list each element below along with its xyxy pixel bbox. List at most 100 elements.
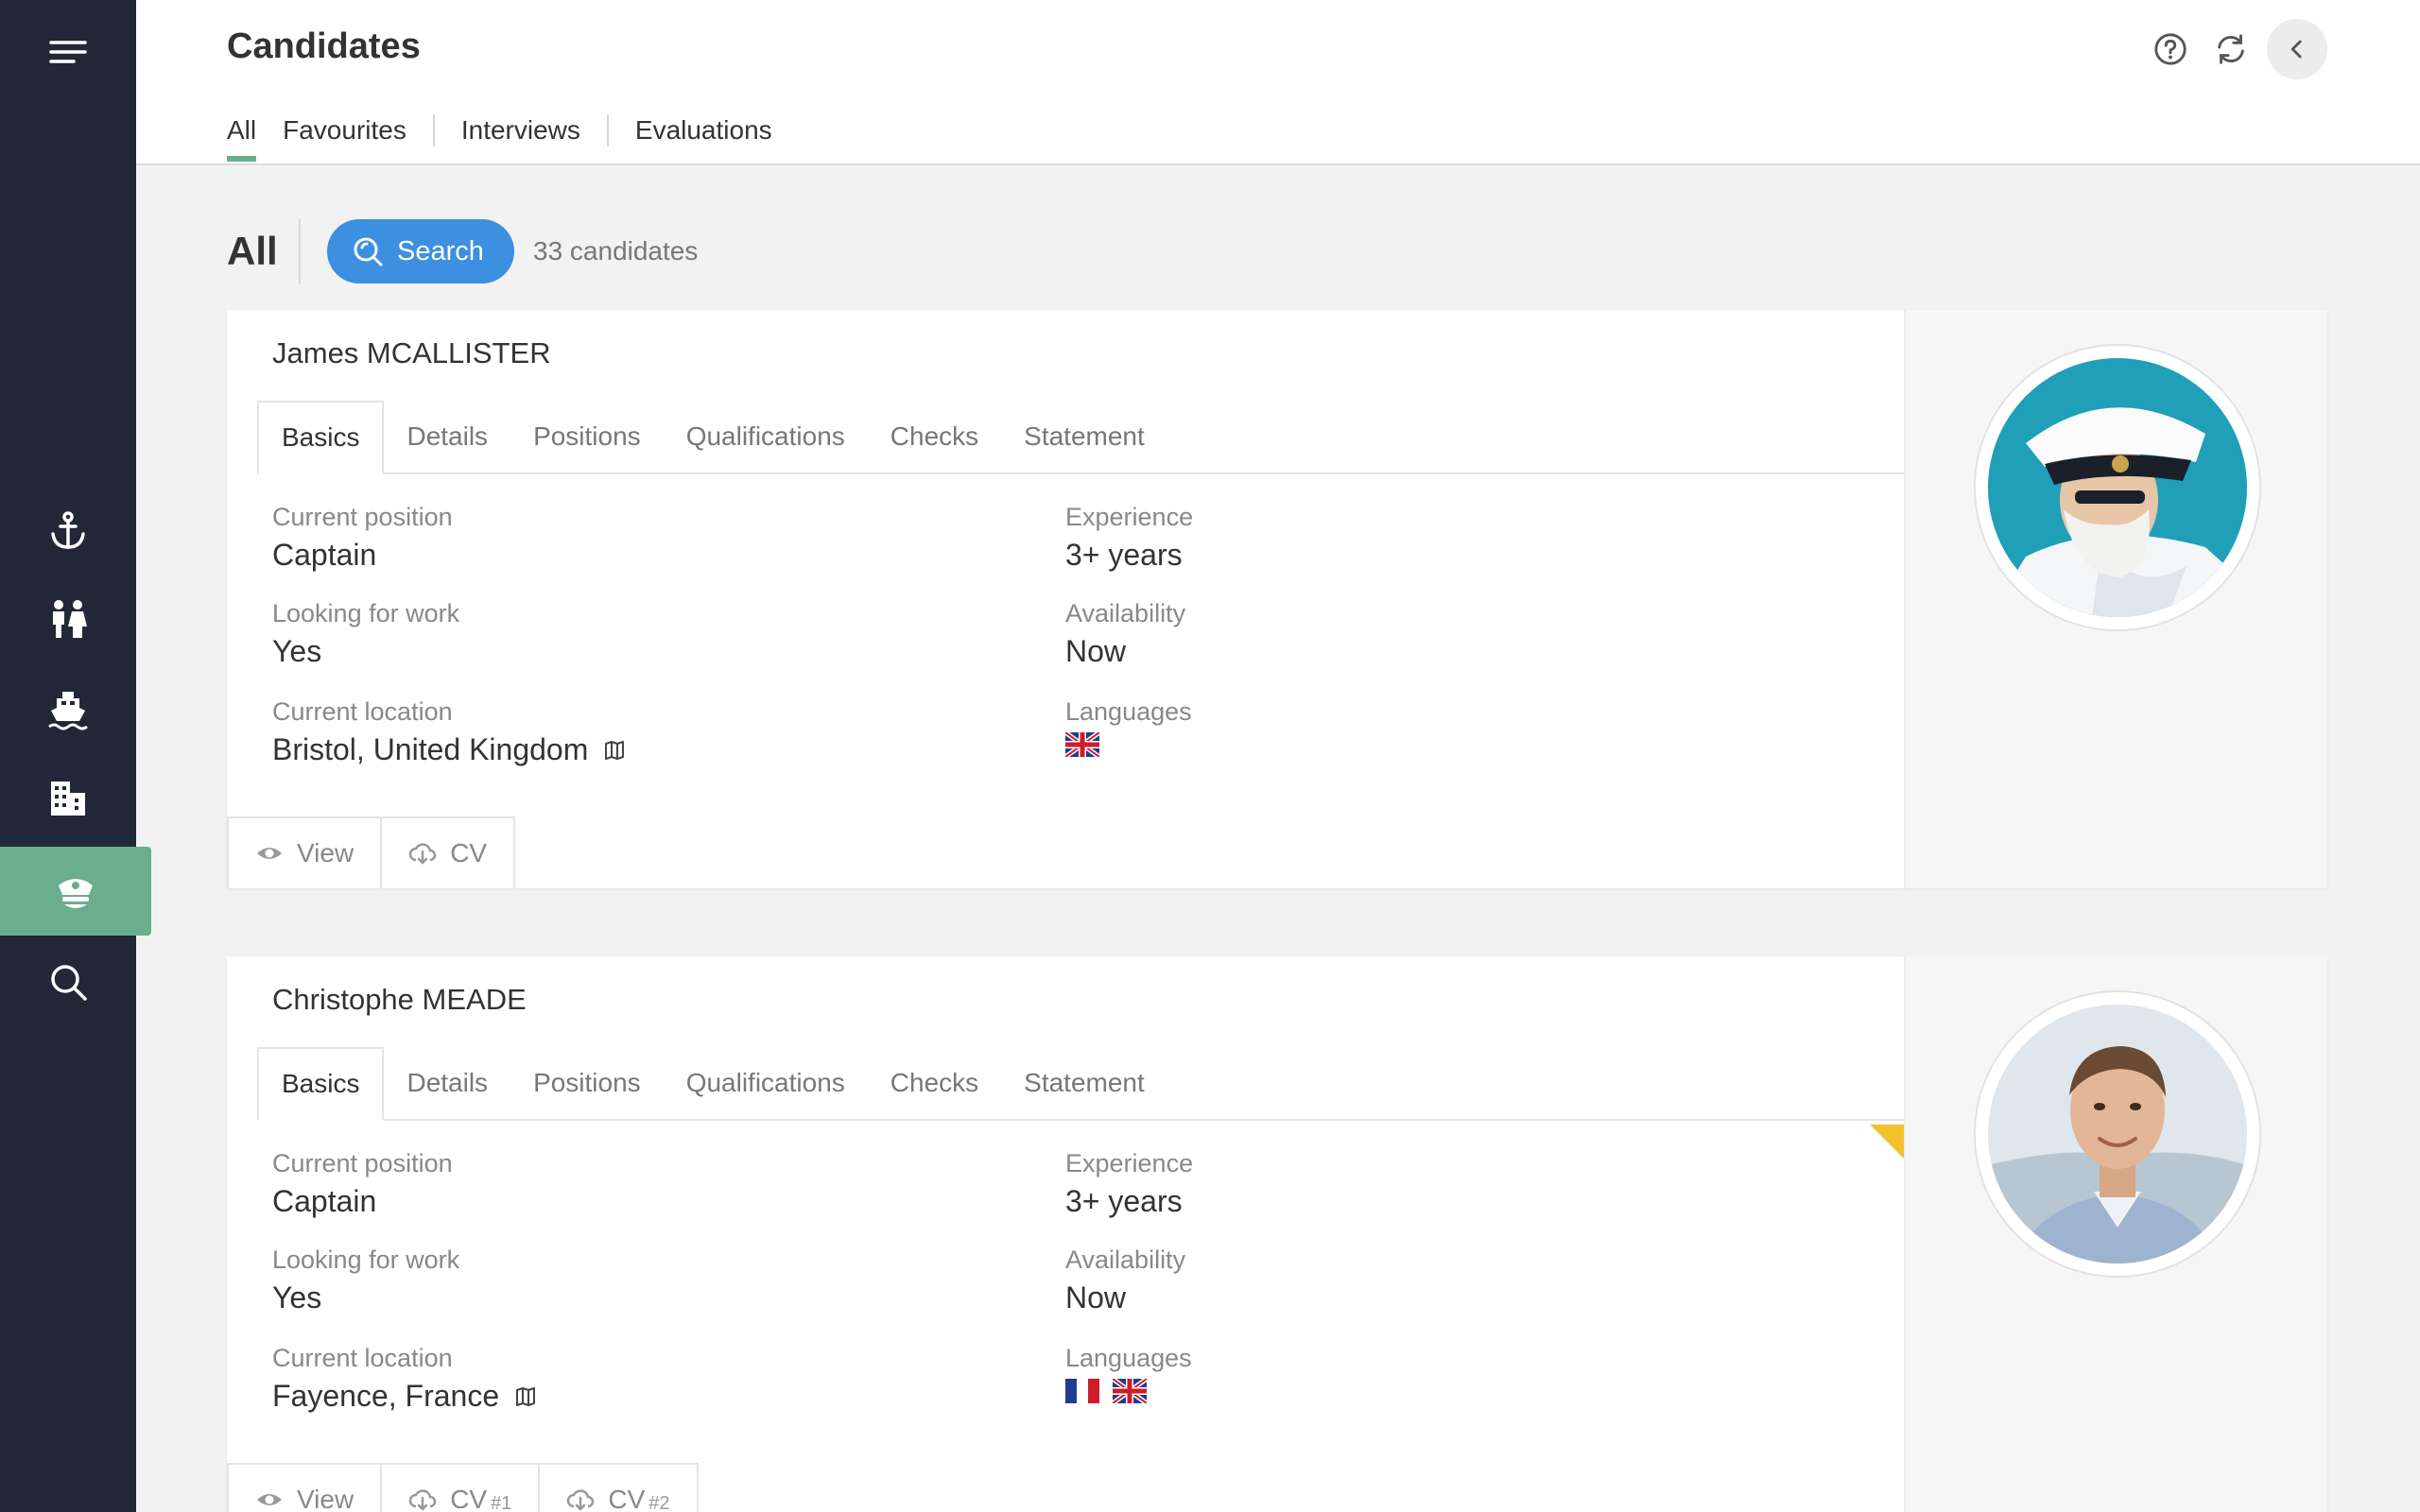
field-value: Captain: [272, 1184, 377, 1218]
view-label: View: [297, 1485, 354, 1512]
card-tabs: Basics Details Positions Qualifications …: [257, 397, 1904, 474]
chevron-left-icon: [2290, 40, 2302, 59]
gb-flag-icon: [1065, 732, 1099, 757]
field-value: Now: [1065, 1280, 1127, 1314]
fr-flag-icon: [1065, 1379, 1099, 1403]
sidebar-item-anchor[interactable]: [0, 486, 136, 575]
field-label: Current position: [272, 1149, 453, 1177]
tab-statement[interactable]: Statement: [1001, 401, 1167, 472]
tab-interviews[interactable]: Interviews: [432, 114, 607, 146]
candidate-photo-panel: [1904, 310, 2327, 888]
tab-evaluations[interactable]: Evaluations: [606, 114, 799, 146]
tab-basics[interactable]: Basics: [257, 1047, 385, 1121]
view-label: View: [297, 838, 354, 868]
sidebar-item-companies[interactable]: [0, 754, 136, 843]
cv-number: #1: [491, 1492, 512, 1512]
tab-basics[interactable]: Basics: [257, 401, 385, 474]
field-current-location: Current location Bristol, United Kingdom: [272, 697, 626, 767]
cv-label: CV: [608, 1485, 646, 1512]
candidate-photo-man: [1988, 1005, 2247, 1263]
field-label: Languages: [1065, 697, 1192, 726]
field-current-position: Current position Captain: [272, 503, 453, 573]
collapse-button[interactable]: [2267, 19, 2327, 79]
eye-icon: [257, 848, 282, 859]
sidebar-item-search[interactable]: [0, 937, 136, 1026]
field-value: 3+ years: [1065, 538, 1183, 572]
tab-details[interactable]: Details: [384, 401, 510, 472]
candidate-photo-panel: [1904, 956, 2327, 1512]
cloud-download-icon: [408, 843, 437, 865]
candidate-card: James MCALLISTER Basics Details Position…: [227, 310, 2327, 888]
language-flags: [1065, 732, 1192, 757]
tab-details[interactable]: Details: [384, 1047, 510, 1119]
candidate-card: Christophe MEADE Basics Details Position…: [227, 956, 2327, 1512]
view-button[interactable]: View: [227, 816, 383, 888]
tab-qualifications[interactable]: Qualifications: [664, 401, 868, 472]
field-current-position: Current position Captain: [272, 1149, 453, 1219]
refresh-button[interactable]: [2212, 30, 2250, 68]
field-value: Yes: [272, 634, 322, 668]
tab-all[interactable]: All: [227, 114, 257, 162]
divider: [299, 219, 301, 284]
card-tabs: Basics Details Positions Qualifications …: [257, 1043, 1904, 1121]
field-value: Fayence, France: [272, 1379, 537, 1414]
language-flags: [1065, 1379, 1192, 1403]
search-button[interactable]: Search: [327, 219, 514, 284]
candidate-card-main: Christophe MEADE Basics Details Position…: [227, 956, 1904, 1512]
cloud-download-icon: [408, 1489, 437, 1511]
menu-icon: [49, 41, 87, 63]
top-tabs: All Favourites Interviews Evaluations: [227, 112, 799, 162]
field-value: Bristol, United Kingdom: [272, 732, 626, 767]
candidate-count: 33 candidates: [533, 236, 699, 266]
ship-icon: [48, 692, 88, 730]
tab-statement[interactable]: Statement: [1001, 1047, 1167, 1119]
field-label: Looking for work: [272, 599, 460, 627]
field-label: Languages: [1065, 1344, 1192, 1372]
field-value: 3+ years: [1065, 1184, 1183, 1218]
tab-positions[interactable]: Positions: [510, 401, 664, 472]
tab-positions[interactable]: Positions: [510, 1047, 664, 1119]
tab-checks[interactable]: Checks: [868, 1047, 1001, 1119]
search-button-label: Search: [397, 235, 484, 266]
page-title: Candidates: [227, 26, 421, 66]
field-label: Availability: [1065, 1246, 1186, 1274]
map-icon[interactable]: [603, 739, 626, 762]
map-icon[interactable]: [514, 1385, 537, 1408]
gb-flag-icon: [1113, 1379, 1147, 1403]
cv-label: CV: [450, 1485, 488, 1512]
cv-1-download-button[interactable]: CV #1: [380, 1463, 541, 1512]
crew-icon: [53, 600, 87, 638]
avatar[interactable]: [1974, 990, 2261, 1278]
tab-favourites[interactable]: Favourites: [283, 114, 433, 146]
candidate-card-main: James MCALLISTER Basics Details Position…: [227, 310, 1904, 888]
field-label: Current location: [272, 1344, 453, 1372]
candidate-name[interactable]: Christophe MEADE: [272, 983, 527, 1017]
captain-hat-icon: [59, 879, 93, 908]
field-value: Now: [1065, 634, 1127, 668]
field-current-location: Current location Fayence, France: [272, 1344, 537, 1414]
tab-qualifications[interactable]: Qualifications: [664, 1047, 868, 1119]
menu-button[interactable]: [0, 8, 136, 96]
field-label: Looking for work: [272, 1246, 460, 1274]
help-button[interactable]: [2152, 30, 2189, 68]
cv-download-button[interactable]: CV: [380, 816, 516, 888]
avatar[interactable]: [1974, 344, 2261, 631]
candidate-name[interactable]: James MCALLISTER: [272, 336, 551, 370]
sidebar-item-candidates[interactable]: [0, 847, 151, 936]
field-label: Experience: [1065, 503, 1194, 531]
field-languages: Languages: [1065, 697, 1192, 757]
sidebar: [0, 0, 151, 1512]
field-label: Availability: [1065, 599, 1186, 627]
flag-corner-marker: [1870, 1125, 1904, 1159]
cv-2-download-button[interactable]: CV #2: [538, 1463, 699, 1512]
field-looking-for-work: Looking for work Yes: [272, 599, 459, 669]
sidebar-item-crew[interactable]: [0, 575, 136, 663]
sidebar-item-ships[interactable]: [0, 665, 136, 754]
field-label: Current position: [272, 503, 453, 531]
field-looking-for-work: Looking for work Yes: [272, 1246, 459, 1315]
cv-number: #2: [648, 1492, 670, 1512]
search-icon: [51, 965, 87, 1001]
card-actions: View CV #1 CV #2: [227, 1463, 699, 1512]
tab-checks[interactable]: Checks: [868, 401, 1001, 472]
view-button[interactable]: View: [227, 1463, 383, 1512]
